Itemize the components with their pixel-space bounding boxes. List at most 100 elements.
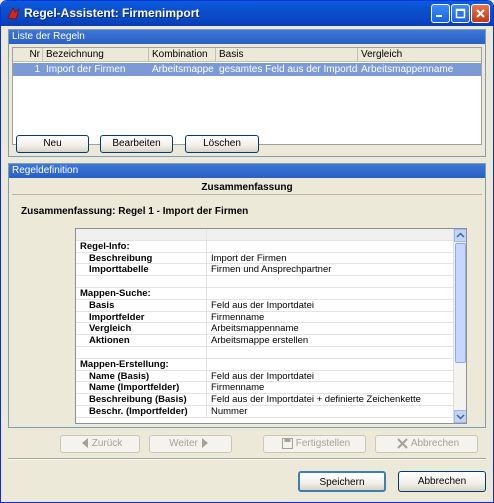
arrow-left-icon xyxy=(81,438,88,449)
grid-value: Firmen und Ansprechpartner xyxy=(211,264,332,276)
grid-row xyxy=(76,347,454,359)
close-window-button[interactable] xyxy=(471,4,490,23)
grid-key: Beschreibung xyxy=(76,252,207,264)
grid-key xyxy=(76,229,207,240)
cell-vergleich: Arbeitsmappenname xyxy=(361,64,454,75)
grid-row: Name (Basis) Feld aus der Importdatei xyxy=(76,370,454,383)
vertical-scrollbar[interactable] xyxy=(453,229,466,423)
save-disk-icon xyxy=(281,437,293,449)
grid-section-row: Mappen-Erstellung: xyxy=(76,358,454,371)
grid-value: Arbeitsmappenname xyxy=(211,323,299,335)
grid-value xyxy=(208,229,454,240)
rules-list-header: Liste der Regeln xyxy=(9,30,485,44)
grid-value: Feld aus der Importdatei xyxy=(211,370,314,382)
grid-value xyxy=(208,241,454,252)
grid-key: Vergleich xyxy=(76,323,207,335)
grid-value: Firmenname xyxy=(211,382,265,394)
maximize-button[interactable] xyxy=(451,4,470,23)
cell-kombination: Arbeitsmappe erstellen xyxy=(152,64,216,75)
grid-row: Importtabelle Firmen und Ansprechpartner xyxy=(76,264,454,277)
column-header-kombination[interactable]: Kombination xyxy=(149,48,216,62)
grid-row: Name (Importfelder) Firmenname xyxy=(76,382,454,395)
grid-row xyxy=(76,229,454,241)
grid-key: Name (Importfelder) xyxy=(76,382,207,394)
rule-definition-panel: Regeldefinition Zusammenfassung Zusammen… xyxy=(8,163,486,428)
grid-value xyxy=(208,288,454,299)
scroll-up-icon xyxy=(456,232,465,238)
rules-list[interactable]: Nr Bezeichnung Kombination Basis Verglei… xyxy=(12,47,482,145)
summary-title: Zusammenfassung xyxy=(12,181,482,195)
grid-key xyxy=(76,347,207,358)
window-title: Regel-Assistent: Firmenimport xyxy=(24,6,200,20)
close-icon xyxy=(476,9,485,18)
scroll-down-button[interactable] xyxy=(454,410,466,423)
cell-basis: gesamtes Feld aus der Importdatei xyxy=(219,64,358,75)
grid-row: Beschreibung Import der Firmen xyxy=(76,252,454,265)
cell-nr: 1 xyxy=(34,64,40,75)
new-rule-button[interactable]: Neu xyxy=(16,135,89,153)
grid-value: Firmenname xyxy=(211,311,265,323)
back-button-label: Zurück xyxy=(91,438,123,449)
edit-rule-button[interactable]: Bearbeiten xyxy=(100,135,173,153)
app-icon xyxy=(7,7,20,20)
grid-key: Beschr. (Importfelder) xyxy=(76,406,207,417)
summary-page: Zusammenfassung Zusammenfassung: Regel 1… xyxy=(12,181,482,427)
grid-key: Name (Basis) xyxy=(76,370,207,382)
grid-key: Regel-Info: xyxy=(76,240,207,252)
grid-key: Basis xyxy=(76,299,207,311)
grid-value: Nummer xyxy=(211,406,248,417)
cell-bezeichnung: Import der Firmen xyxy=(46,64,126,75)
grid-row xyxy=(76,276,454,288)
grid-row: Importfelder Firmenname xyxy=(76,311,454,324)
finish-button[interactable]: Fertigstellen xyxy=(263,435,366,453)
grid-value: Import der Firmen xyxy=(211,252,287,264)
grid-key: Mappen-Erstellung: xyxy=(76,358,207,370)
cancel-x-icon xyxy=(397,438,408,449)
delete-rule-button[interactable]: Löschen xyxy=(185,135,259,153)
column-header-nr[interactable]: Nr xyxy=(13,48,43,62)
grid-key: Importfelder xyxy=(76,311,207,323)
summary-subtitle: Zusammenfassung: Regel 1 - Import der Fi… xyxy=(21,206,249,217)
wizard-cancel-button[interactable]: Abbrechen xyxy=(375,435,478,453)
separator-line xyxy=(8,458,486,460)
rule-definition-header: Regeldefinition xyxy=(9,164,485,178)
cancel-button[interactable]: Abbrechen xyxy=(398,471,486,492)
scroll-down-icon xyxy=(456,414,465,420)
save-button[interactable]: Speichern xyxy=(298,471,386,492)
grid-row: Beschr. (Importfelder) Nummer xyxy=(76,406,454,418)
grid-row: Beschreibung (Basis) Feld aus der Importd… xyxy=(76,394,454,406)
summary-grid[interactable]: Regel-Info: Beschreibung Import der Firmen… xyxy=(75,228,467,424)
finish-button-label: Fertigstellen xyxy=(295,438,351,449)
grid-row: Aktionen Arbeitsmappe erstellen xyxy=(76,335,454,347)
minimize-button[interactable] xyxy=(431,4,450,23)
grid-key xyxy=(76,276,207,287)
next-button[interactable]: Weiter xyxy=(149,435,232,453)
scroll-thumb[interactable] xyxy=(455,243,466,363)
scroll-up-button[interactable] xyxy=(454,229,466,242)
grid-key: Aktionen xyxy=(76,335,207,346)
column-header-vergleich[interactable]: Vergleich xyxy=(358,48,481,62)
rules-list-column-headers: Nr Bezeichnung Kombination Basis Verglei… xyxy=(13,48,481,62)
grid-key: Importtabelle xyxy=(76,264,207,276)
grid-key: Mappen-Suche: xyxy=(76,288,207,299)
wizard-cancel-button-label: Abbrechen xyxy=(410,438,460,449)
grid-value xyxy=(208,347,454,358)
grid-value xyxy=(208,276,454,287)
maximize-icon xyxy=(455,8,466,19)
minimize-icon xyxy=(436,15,442,17)
title-bar[interactable]: Regel-Assistent: Firmenimport xyxy=(1,1,493,26)
back-button[interactable]: Zurück xyxy=(60,435,140,453)
grid-value: Arbeitsmappe erstellen xyxy=(211,335,309,346)
arrow-right-icon xyxy=(201,438,208,449)
grid-value: Feld aus der Importdatei + definierte Ze… xyxy=(211,394,421,405)
grid-section-row: Regel-Info: xyxy=(76,240,454,253)
column-header-basis[interactable]: Basis xyxy=(216,48,358,62)
grid-value xyxy=(208,359,454,370)
grid-key: Beschreibung (Basis) xyxy=(76,394,207,405)
grid-row: Basis Feld aus der Importdatei xyxy=(76,299,454,312)
table-row[interactable]: 1 Import der Firmen Arbeitsmappe erstell… xyxy=(13,63,481,76)
grid-section-row: Mappen-Suche: xyxy=(76,288,454,300)
column-header-bezeichnung[interactable]: Bezeichnung xyxy=(43,48,149,62)
next-button-label: Weiter xyxy=(169,438,198,449)
rule-assistant-window: Regel-Assistent: Firmenimport Liste der … xyxy=(0,0,494,503)
